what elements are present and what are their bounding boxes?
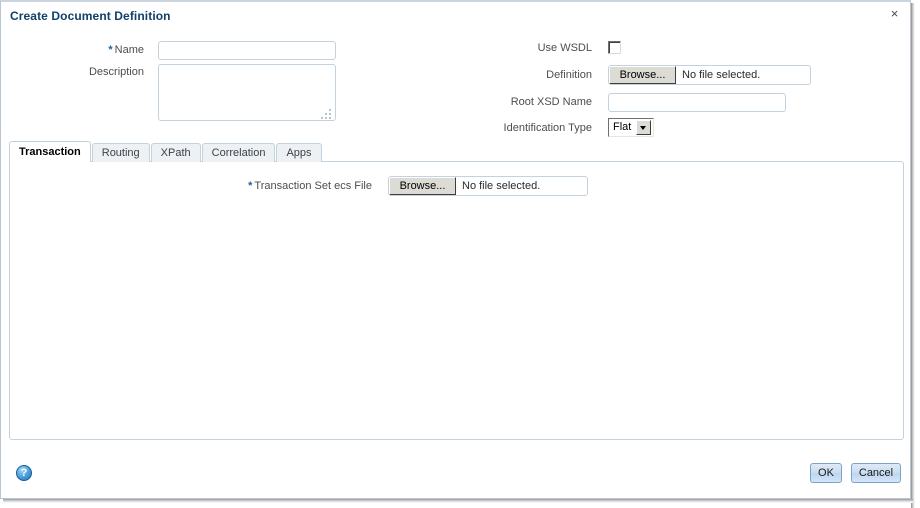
root-xsd-name-label: Root XSD Name	[510, 96, 592, 108]
name-label: * Name	[108, 44, 144, 56]
chevron-down-icon[interactable]	[636, 120, 652, 135]
identification-type-label: Identification Type	[503, 122, 592, 134]
tab-transaction[interactable]: Transaction	[9, 141, 91, 162]
transaction-set-file-status: No file selected.	[462, 180, 541, 192]
required-indicator: *	[108, 44, 113, 56]
transaction-set-ecs-file-label: * Transaction Set ecs File	[248, 180, 372, 192]
window-shadow-right	[911, 3, 915, 508]
tab-routing[interactable]: Routing	[91, 143, 150, 162]
document-definition-form: * Name Description Use WSDL Definition Br…	[1, 30, 910, 138]
root-xsd-name-input[interactable]	[608, 93, 786, 112]
transaction-set-ecs-file-input[interactable]: Browse... No file selected.	[388, 176, 588, 196]
help-icon[interactable]: ?	[16, 465, 32, 481]
page-title: Create Document Definition	[10, 9, 171, 23]
name-input[interactable]	[158, 41, 336, 60]
required-indicator: *	[248, 180, 253, 192]
identification-type-value: Flat	[613, 121, 632, 133]
dialog-title-bar: Create Document Definition ×	[1, 2, 910, 30]
definition-browse-button[interactable]: Browse...	[609, 66, 676, 84]
definition-file-input[interactable]: Browse... No file selected.	[608, 65, 811, 85]
tab-xpath[interactable]: XPath	[150, 143, 201, 162]
definition-file-status: No file selected.	[682, 69, 761, 81]
tab-strip: Transaction Routing XPath Correlation Ap…	[9, 141, 323, 162]
tab-correlation[interactable]: Correlation	[201, 143, 276, 162]
identification-type-select[interactable]: Flat	[608, 118, 654, 137]
transaction-set-browse-button[interactable]: Browse...	[389, 177, 456, 195]
create-document-definition-dialog: Create Document Definition × * Name Descr…	[0, 0, 911, 499]
use-wsdl-checkbox[interactable]	[608, 41, 621, 54]
description-textarea[interactable]	[158, 64, 336, 121]
definition-label: Definition	[546, 69, 592, 81]
tab-apps[interactable]: Apps	[276, 143, 322, 162]
ok-button[interactable]: OK	[810, 463, 842, 483]
cancel-button[interactable]: Cancel	[851, 463, 901, 483]
description-label: Description	[88, 66, 144, 78]
close-icon[interactable]: ×	[886, 5, 903, 22]
window-shadow-bottom	[3, 499, 913, 503]
use-wsdl-label: Use WSDL	[537, 42, 592, 54]
transaction-tab-panel: * Transaction Set ecs File Browse... No f…	[9, 161, 904, 440]
